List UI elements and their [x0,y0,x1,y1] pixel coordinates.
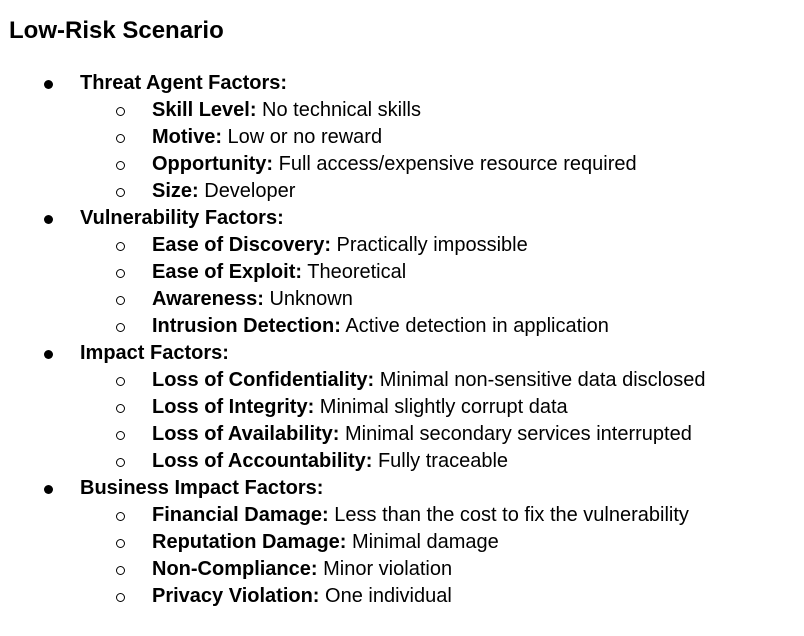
factor-value: Low or no reward [222,126,383,148]
bullet-circle-icon [116,269,125,278]
factor-value: No technical skills [256,99,422,121]
section-threat-agent-factors: Threat Agent Factors: Skill Level: No te… [0,68,804,203]
section-heading-line: Threat Agent Factors: [0,68,804,95]
factor-list: Loss of Confidentiality: Minimal non-sen… [0,365,804,473]
section-heading-line: Vulnerability Factors: [0,203,804,230]
factor-label: Motive: [152,126,222,148]
list-item: Intrusion Detection: Active detection in… [0,311,804,338]
factor-label: Loss of Integrity: [152,396,315,418]
factor-label: Ease of Discovery: [152,234,331,256]
factor-sections-list: Threat Agent Factors: Skill Level: No te… [0,68,804,608]
factor-value: Unknown [263,288,353,310]
factor-value: Minimal secondary services interrupted [339,423,692,445]
list-item: Motive: Low or no reward [0,122,804,149]
list-item: Awareness: Unknown [0,284,804,311]
list-item: Opportunity: Full access/expensive resou… [0,149,804,176]
list-item: Privacy Violation: One individual [0,581,804,608]
list-item: Financial Damage: Less than the cost to … [0,500,804,527]
factor-value: Fully traceable [372,450,509,472]
section-heading-line: Business Impact Factors: [0,473,804,500]
factor-list: Ease of Discovery: Practically impossibl… [0,230,804,338]
factor-label: Privacy Violation: [152,585,320,607]
factor-label: Loss of Accountability: [152,450,373,472]
section-vulnerability-factors: Vulnerability Factors: Ease of Discovery… [0,203,804,338]
bullet-circle-icon [116,458,125,467]
bullet-circle-icon [116,296,125,305]
factor-value: Practically impossible [330,234,528,256]
factor-value: Minimal damage [346,531,499,553]
factor-value: Minimal slightly corrupt data [314,396,568,418]
bullet-disc-icon [44,350,53,359]
factor-label: Intrusion Detection: [152,315,341,337]
list-item: Loss of Availability: Minimal secondary … [0,419,804,446]
factor-label: Size: [152,180,199,202]
factor-value: Active detection in application [340,315,609,337]
list-item: Loss of Accountability: Fully traceable [0,446,804,473]
factor-label: Ease of Exploit: [152,261,303,283]
bullet-circle-icon [116,512,125,521]
factor-label: Awareness: [152,288,264,310]
factor-value: One individual [319,585,452,607]
bullet-disc-icon [44,485,53,494]
factor-value: Developer [198,180,296,202]
section-heading: Vulnerability Factors: [80,207,284,229]
bullet-circle-icon [116,377,125,386]
list-item: Non-Compliance: Minor violation [0,554,804,581]
section-business-impact-factors: Business Impact Factors: Financial Damag… [0,473,804,608]
bullet-circle-icon [116,539,125,548]
list-item: Skill Level: No technical skills [0,95,804,122]
bullet-circle-icon [116,323,125,332]
factor-value: Less than the cost to fix the vulnerabil… [328,504,689,526]
factor-label: Opportunity: [152,153,274,175]
factor-label: Loss of Availability: [152,423,340,445]
bullet-circle-icon [116,134,125,143]
factor-list: Financial Damage: Less than the cost to … [0,500,804,608]
factor-label: Loss of Confidentiality: [152,369,375,391]
factor-list: Skill Level: No technical skills Motive:… [0,95,804,203]
list-item: Ease of Exploit: Theoretical [0,257,804,284]
factor-value: Minimal non-sensitive data disclosed [374,369,706,391]
list-item: Size: Developer [0,176,804,203]
bullet-circle-icon [116,593,125,602]
bullet-circle-icon [116,107,125,116]
bullet-circle-icon [116,188,125,197]
factor-label: Financial Damage: [152,504,329,526]
factor-value: Theoretical [302,261,407,283]
list-item: Loss of Integrity: Minimal slightly corr… [0,392,804,419]
factor-label: Reputation Damage: [152,531,347,553]
factor-value: Minor violation [317,558,453,580]
factor-label: Skill Level: [152,99,257,121]
bullet-circle-icon [116,566,125,575]
factor-value: Full access/expensive resource required [273,153,637,175]
bullet-disc-icon [44,80,53,89]
bullet-disc-icon [44,215,53,224]
page-title: Low-Risk Scenario [9,17,224,44]
bullet-circle-icon [116,431,125,440]
bullet-circle-icon [116,242,125,251]
factor-label: Non-Compliance: [152,558,318,580]
section-heading: Impact Factors: [80,342,229,364]
section-heading: Threat Agent Factors: [80,72,288,94]
section-impact-factors: Impact Factors: Loss of Confidentiality:… [0,338,804,473]
bullet-circle-icon [116,404,125,413]
bullet-circle-icon [116,161,125,170]
section-heading-line: Impact Factors: [0,338,804,365]
list-item: Reputation Damage: Minimal damage [0,527,804,554]
list-item: Loss of Confidentiality: Minimal non-sen… [0,365,804,392]
list-item: Ease of Discovery: Practically impossibl… [0,230,804,257]
section-heading: Business Impact Factors: [80,477,324,499]
